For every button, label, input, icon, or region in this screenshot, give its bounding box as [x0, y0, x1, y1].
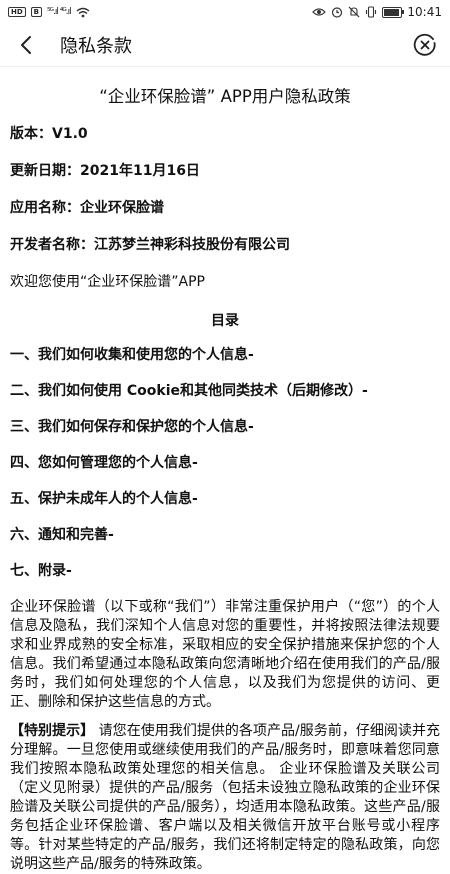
- app-header: 隐私条款: [0, 24, 450, 67]
- close-button[interactable]: [412, 32, 438, 58]
- toc-item-2[interactable]: 二、我们如何使用 Cookie和其他同类技术（后期修改）-: [10, 382, 440, 400]
- version-line: 版本：V1.0: [10, 126, 88, 142]
- notice-paragraph: 【特别提示】 请您在使用我们提供的各项产品/服务前，仔细阅读并充分理解。一旦您使…: [10, 722, 440, 874]
- toc-item-7[interactable]: 七、附录-: [10, 562, 440, 580]
- status-bar: HD B ⁵ᴳ.ıl ⁴ᴳ.ıl 10:41: [0, 0, 450, 24]
- document-title: “企业环保脸谱” APP用户隐私政策: [99, 87, 351, 106]
- page-title: 隐私条款: [60, 36, 132, 57]
- battery-fill: [384, 8, 399, 16]
- toc-title: 目录: [211, 313, 239, 329]
- intro-paragraph: 企业环保脸谱（以下或称“我们”）非常注重保护用户（“您”）的个人信息及隐私，我们…: [10, 599, 440, 710]
- notice-text: 请您在使用我们提供的各项产品/服务前，仔细阅读并充分理解。一旦您使用或继续使用我…: [10, 723, 441, 872]
- back-button[interactable]: [6, 24, 46, 66]
- close-circle-icon: [413, 33, 436, 56]
- status-left: HD B ⁵ᴳ.ıl ⁴ᴳ.ıl: [8, 7, 90, 18]
- vibrate-icon: [366, 6, 377, 18]
- developer-line: 开发者名称：江苏梦兰神彩科技股份有限公司: [10, 237, 290, 253]
- status-right: 10:41: [312, 5, 442, 19]
- policy-content: “企业环保脸谱” APP用户隐私政策 版本：V1.0 更新日期：2021年11月…: [0, 83, 450, 874]
- notice-label: 【特别提示】: [10, 723, 95, 739]
- toc-item-4[interactable]: 四、您如何管理您的个人信息-: [10, 454, 440, 472]
- alarm-icon: [332, 7, 343, 18]
- back-arrow-icon: [21, 36, 31, 54]
- battery-icon: [382, 6, 405, 18]
- toc-item-3[interactable]: 三、我们如何保存和保护您的个人信息-: [10, 418, 440, 436]
- mute-icon: [348, 6, 360, 18]
- welcome-line: 欢迎您使用“企业环保脸谱”APP: [10, 274, 205, 290]
- wifi-icon: [76, 7, 90, 17]
- b-badge: B: [30, 7, 43, 17]
- signal-icon: ⁵ᴳ.ıl ⁴ᴳ.ıl: [47, 7, 72, 17]
- toc-item-6[interactable]: 六、通知和完善-: [10, 526, 440, 544]
- app-name-line: 应用名称：企业环保脸谱: [10, 200, 164, 216]
- hd-badge: HD: [8, 7, 26, 17]
- toc-item-5[interactable]: 五、保护未成年人的个人信息-: [10, 490, 440, 508]
- status-time: 10:41: [407, 5, 442, 19]
- updated-date-line: 更新日期：2021年11月16日: [10, 163, 200, 179]
- toc-item-1[interactable]: 一、我们如何收集和使用您的个人信息-: [10, 346, 440, 364]
- eye-icon: [312, 8, 327, 16]
